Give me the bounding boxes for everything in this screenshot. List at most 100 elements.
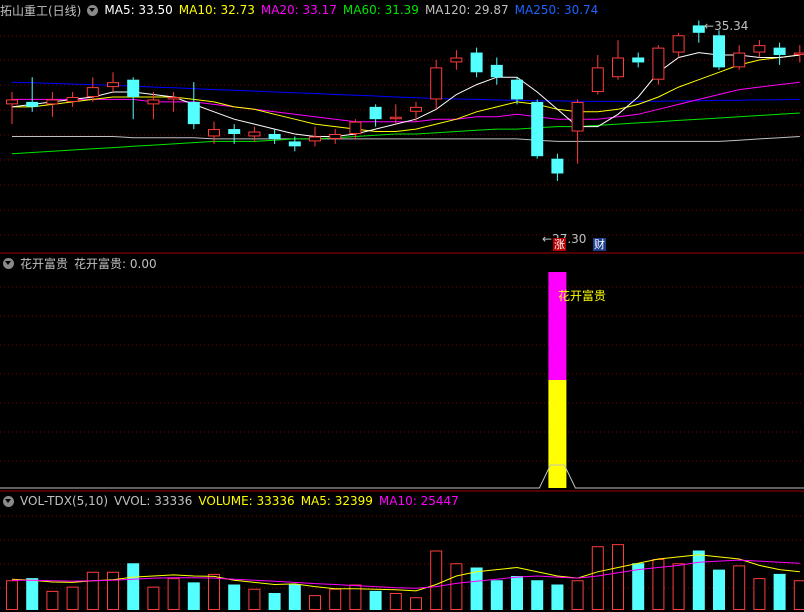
candle-down [187, 101, 200, 125]
candle-up [208, 129, 220, 137]
volume-bar-up [672, 563, 685, 610]
volume-bar-down [490, 580, 503, 610]
badge-cai[interactable]: 财 [593, 238, 606, 251]
candle-up [591, 67, 604, 93]
candle-down [531, 101, 544, 157]
candle-up [147, 99, 160, 105]
candle-down [26, 101, 39, 107]
signal-value: 花开富贵: 0.00 [74, 256, 157, 271]
volume-bar-up [46, 590, 59, 610]
high-price-annotation: ←35.34 [704, 19, 749, 33]
volume-bar-up [571, 580, 584, 610]
candle-down [127, 79, 140, 97]
candle-up [450, 57, 463, 63]
volume-bar-up [248, 588, 261, 610]
chevron-down-icon[interactable] [87, 4, 99, 16]
volume-bar-down [511, 576, 523, 610]
candle-up [793, 52, 804, 56]
volume-bar-down [127, 563, 140, 610]
candle-up [329, 134, 342, 139]
chevron-down-icon[interactable] [3, 257, 14, 269]
ma60-label: MA60: 31.39 [342, 3, 419, 17]
volume-bar-up [450, 563, 463, 610]
signal-bar-segment [548, 380, 567, 488]
volume-bar-up [591, 546, 604, 610]
volume-bar-up [66, 586, 79, 610]
candle-up [6, 99, 18, 105]
volume-bar-up [167, 578, 180, 610]
candle-up [46, 99, 59, 105]
volume-bar-up [733, 565, 746, 610]
stock-name[interactable]: 拓山重工(日线) [0, 2, 81, 19]
kline-header: 拓山重工(日线) MA5: 33.50 MA10: 32.73 MA20: 33… [0, 1, 604, 19]
volume-bar-up [329, 588, 342, 610]
volume-bar-down [773, 573, 786, 610]
volume-bar-up [793, 580, 804, 610]
signal-header: 花开富贵 花开富贵: 0.00 [0, 254, 163, 272]
candle-up [612, 57, 624, 78]
volume-bar-down [692, 550, 705, 610]
candle-down [228, 129, 241, 134]
candle-up [167, 96, 180, 100]
volume-bar-down [531, 580, 544, 610]
volume-header: VOL-TDX(5,10) VVOL: 33336 VOLUME: 33336 … [0, 492, 465, 510]
low-arrow-icon: ← [542, 232, 553, 246]
candle-up [410, 106, 422, 112]
chart-canvas[interactable] [0, 0, 804, 612]
candle-down [268, 134, 281, 139]
volume-bar-up [389, 593, 402, 610]
candle-down [632, 57, 645, 63]
candle-down [369, 106, 382, 120]
candle-down [470, 52, 483, 73]
volume-name[interactable]: VOL-TDX(5,10) [20, 494, 108, 508]
candle-up [652, 47, 665, 80]
volume-bar-down [228, 584, 241, 610]
candle-down [773, 47, 786, 56]
volume-bar-up [430, 550, 443, 610]
volume-bar-down [26, 578, 39, 610]
volume-bar-up [309, 595, 321, 610]
vol-ma5-label: MA5: 32399 [300, 494, 373, 508]
ma10-label: MA10: 32.73 [178, 3, 255, 17]
ma-line-ma120 [12, 136, 800, 142]
volume-bar-down [268, 593, 281, 610]
ma250-label: MA250: 30.74 [514, 3, 599, 17]
volume-bar-up [6, 580, 18, 610]
badge-zhang[interactable]: 涨 [553, 238, 566, 251]
vol-ma10-label: MA10: 25447 [378, 494, 459, 508]
candle-down [692, 25, 705, 33]
volume-bar-down [288, 584, 301, 610]
candle-down [551, 158, 564, 174]
candle-down [511, 79, 523, 100]
signal-line [0, 464, 804, 489]
volume-bar-up [86, 571, 99, 610]
volume-bar-down [713, 569, 725, 610]
volume-bar-down [187, 582, 200, 610]
high-arrow-icon: ← [704, 19, 715, 33]
volume-bar-up [107, 571, 119, 610]
candle-up [86, 87, 99, 97]
volume-bar-up [612, 544, 624, 610]
candle-down [288, 141, 301, 147]
candle-up [107, 82, 119, 88]
vvol-label: VVOL: 33336 [114, 494, 193, 508]
candle-up [389, 116, 402, 120]
candle-up [571, 101, 584, 132]
candle-down [490, 64, 503, 78]
volume-bar-down [551, 584, 564, 610]
volume-bar-down [369, 590, 382, 610]
candle-up [430, 67, 443, 100]
volume-bar-up [410, 597, 422, 610]
candle-up [733, 52, 746, 68]
ma20-label: MA20: 33.17 [260, 3, 337, 17]
candle-up [672, 35, 685, 53]
ma120-label: MA120: 29.87 [424, 3, 509, 17]
ma5-label: MA5: 33.50 [104, 3, 173, 17]
volume-bar-up [753, 578, 766, 610]
signal-name[interactable]: 花开富贵 [20, 255, 68, 272]
candle-up [66, 96, 79, 102]
volume-label: VOLUME: 33336 [198, 494, 295, 508]
chevron-down-icon[interactable] [3, 495, 14, 507]
candle-up [753, 45, 766, 53]
candle-up [309, 136, 321, 142]
